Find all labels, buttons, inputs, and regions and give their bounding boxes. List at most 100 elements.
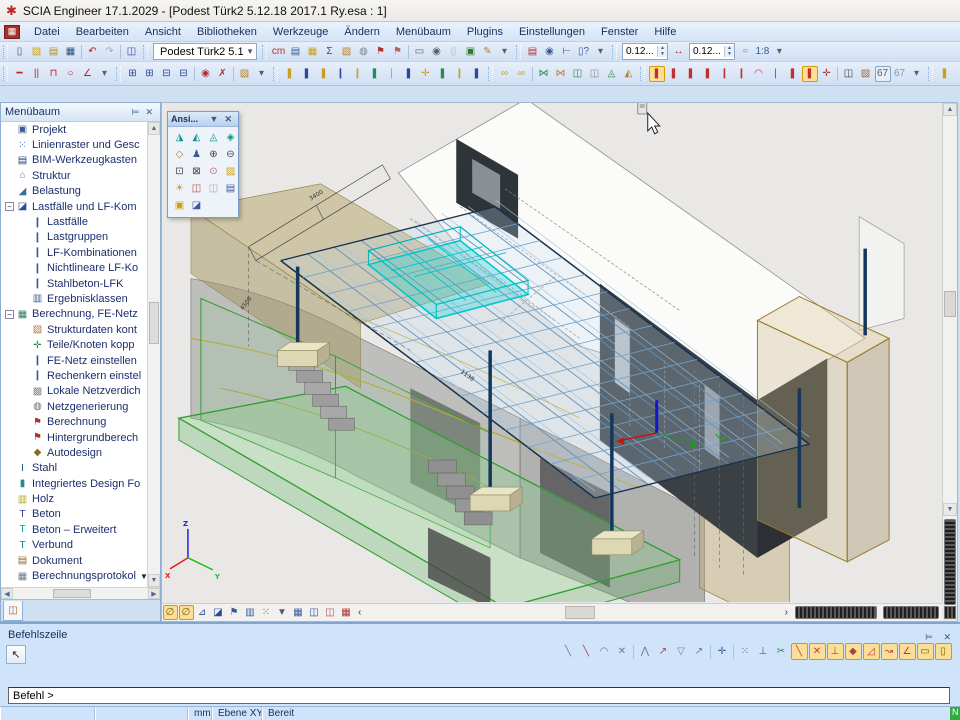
menu-fenster[interactable]: Fenster: [593, 24, 646, 40]
load-scale-input[interactable]: [623, 46, 657, 57]
tree-item-holz[interactable]: ▥Holz: [1, 491, 160, 506]
tree-item-hintergrundberech[interactable]: ⚑Hintergrundberech: [1, 430, 160, 445]
viewport[interactable]: 3400 4500 1138 X Y Z: [161, 102, 958, 622]
overflow-chevron-icon[interactable]: ▾: [497, 44, 513, 60]
undo-icon[interactable]: ↶: [85, 44, 101, 60]
resize-corner[interactable]: [944, 606, 956, 619]
tree-item-integriertes-design-fo[interactable]: ▮Integriertes Design Fo: [1, 476, 160, 491]
view-perspective-icon[interactable]: ◇: [172, 147, 188, 163]
model-data-display-icon[interactable]: ❚: [435, 66, 451, 82]
scroll-right-icon[interactable]: ▶: [148, 588, 160, 599]
walk-through-icon[interactable]: ♟: [189, 147, 205, 163]
snap-intersection-icon[interactable]: ✕: [809, 643, 826, 660]
viewport-vertical-scrollbar[interactable]: ▲ ▼: [942, 103, 957, 603]
mesh-display-icon[interactable]: ⁙: [259, 605, 274, 620]
snap-plane-icon[interactable]: ▽: [673, 643, 690, 660]
document-view-icon[interactable]: ◫: [307, 605, 322, 620]
overflow-chevron-icon[interactable]: ▾: [909, 66, 925, 82]
zoom-window-icon[interactable]: ⊡: [172, 164, 188, 180]
mesh-ball-icon[interactable]: ◍: [356, 44, 372, 60]
close-icon[interactable]: ✕: [142, 107, 156, 118]
tree-vertical-scrollbar[interactable]: ▲ ▼: [147, 122, 160, 587]
scrollbar-thumb[interactable]: [565, 606, 595, 619]
disconnect-members-icon[interactable]: ⋈: [553, 66, 569, 82]
tree-item-projekt[interactable]: ▣Projekt: [1, 122, 160, 137]
tree-item-struktur[interactable]: ⌂Struktur: [1, 168, 160, 183]
close-icon[interactable]: ✕: [221, 114, 235, 125]
display-labels-icon[interactable]: ❚: [785, 66, 801, 82]
tree-item-bim-werkzeugkasten[interactable]: ▤BIM-Werkzeugkasten: [1, 153, 160, 168]
check-structure-icon[interactable]: ◉: [198, 66, 214, 82]
menu-werkzeuge[interactable]: Werkzeuge: [265, 24, 336, 40]
display-loads-icon[interactable]: ❙: [734, 66, 750, 82]
display-beams-icon[interactable]: ❚: [649, 66, 665, 82]
snap-perpendicular-icon[interactable]: ⊥: [827, 643, 844, 660]
print-preview-icon[interactable]: ◉: [429, 44, 445, 60]
measure-distance-icon[interactable]: ⊢: [559, 44, 575, 60]
menu-hilfe[interactable]: Hilfe: [646, 24, 684, 40]
tree-item-autodesign[interactable]: ◆Autodesign: [1, 445, 160, 460]
rendering-display-icon[interactable]: ❚: [469, 66, 485, 82]
view-toolbox-header[interactable]: Ansi... ▼ ✕: [168, 112, 238, 127]
docked-toolbar-partial-icon[interactable]: ❚: [937, 66, 953, 82]
dot-grid-icon[interactable]: ⁙: [737, 643, 754, 660]
tree-item-berechnungsprotokol[interactable]: ▦Berechnungsprotokol▼: [1, 568, 160, 583]
overflow-chevron-icon[interactable]: ▾: [254, 66, 270, 82]
scroll-right-icon[interactable]: ›: [781, 607, 792, 618]
document-icon[interactable]: ▯: [446, 44, 462, 60]
tree-item-beton[interactable]: TBeton: [1, 507, 160, 522]
scroll-up-icon[interactable]: ▲: [943, 103, 957, 116]
rotation-slider[interactable]: [944, 519, 956, 605]
beam-display-icon[interactable]: ❚: [282, 66, 298, 82]
tree-item-verbund[interactable]: TVerbund: [1, 538, 160, 553]
snap-line-icon[interactable]: ╲: [560, 643, 577, 660]
menu-tree-tab[interactable]: ◫: [3, 601, 23, 621]
section-view-icon[interactable]: ◪: [211, 605, 226, 620]
snap-endpoint-icon[interactable]: ↗: [655, 643, 672, 660]
scroll-down-icon[interactable]: ▼: [943, 503, 957, 516]
entity-info-icon[interactable]: ▯?: [576, 44, 592, 60]
snap-line-point-icon[interactable]: ╲: [578, 643, 595, 660]
overflow-chevron-icon[interactable]: ▾: [97, 66, 113, 82]
model-3d-view[interactable]: 3400 4500 1138 X Y Z: [162, 103, 942, 602]
tree-item-lf-kombinationen[interactable]: ❙LF-Kombinationen: [1, 245, 160, 260]
copy-picture-icon[interactable]: ◫: [206, 181, 222, 197]
tree-item-ergebnisklassen[interactable]: ▥Ergebnisklassen: [1, 291, 160, 306]
local-axes-display-icon[interactable]: ✛: [418, 66, 434, 82]
pan-slider[interactable]: [795, 606, 877, 619]
tree-horizontal-scrollbar[interactable]: ◀ ▶: [1, 587, 160, 599]
result-scale-spinner[interactable]: ▲▼: [689, 43, 735, 60]
copy-add-icon[interactable]: ⊞: [125, 66, 141, 82]
tree-item-teile-knoten-kopp[interactable]: ✛Teile/Knoten kopp: [1, 337, 160, 352]
connect-members-icon[interactable]: ⋈: [536, 66, 552, 82]
orthogonal-mode-icon[interactable]: ⊥: [755, 643, 772, 660]
snap-node-icon[interactable]: ◆: [845, 643, 862, 660]
layer-flag-icon[interactable]: ⚑: [227, 605, 242, 620]
clipping-box-icon[interactable]: ▣: [172, 198, 188, 214]
tree-item-netzgenerierung[interactable]: ◍Netzgenerierung: [1, 399, 160, 414]
picture-view-icon[interactable]: ◫: [323, 605, 338, 620]
display-walls-icon[interactable]: ❚: [700, 66, 716, 82]
cursor-snap-settings-icon[interactable]: ✛: [714, 643, 731, 660]
spinner-arrows-icon[interactable]: ▲▼: [657, 46, 667, 57]
split-entities-icon[interactable]: ◭: [621, 66, 637, 82]
tree-item-lastfälle[interactable]: ❙Lastfälle: [1, 214, 160, 229]
view-z-icon[interactable]: ◬: [206, 130, 222, 146]
title-bar[interactable]: ✱ SCIA Engineer 17.1.2029 - [Podest Türk…: [0, 0, 960, 22]
model-search-icon[interactable]: ◉: [542, 44, 558, 60]
member-system-display-icon[interactable]: ❚: [401, 66, 417, 82]
close-icon[interactable]: ✕: [940, 632, 954, 642]
pin-icon[interactable]: ⊨: [922, 632, 936, 642]
link-nodes-icon[interactable]: ◫: [570, 66, 586, 82]
snap-none-icon[interactable]: ✕: [614, 643, 631, 660]
overflow-chevron-icon[interactable]: ▾: [593, 44, 609, 60]
tree-item-belastung[interactable]: ◢Belastung: [1, 184, 160, 199]
tree-item-lokale-netzverdich[interactable]: ▩Lokale Netzverdich: [1, 384, 160, 399]
menu-bibliotheken[interactable]: Bibliotheken: [189, 24, 265, 40]
tree-item-fe-netz-einstellen[interactable]: ❙FE-Netz einstellen: [1, 353, 160, 368]
tree-item-stahlbeton-lfk[interactable]: ❙Stahlbeton-LFK: [1, 276, 160, 291]
magnet-snap-icon[interactable]: ∅: [163, 605, 178, 620]
column-display-icon[interactable]: ❚: [299, 66, 315, 82]
menu-tree-header[interactable]: Menübaum ⊨ ✕: [1, 103, 160, 122]
tree-item-dokument[interactable]: ▤Dokument: [1, 553, 160, 568]
